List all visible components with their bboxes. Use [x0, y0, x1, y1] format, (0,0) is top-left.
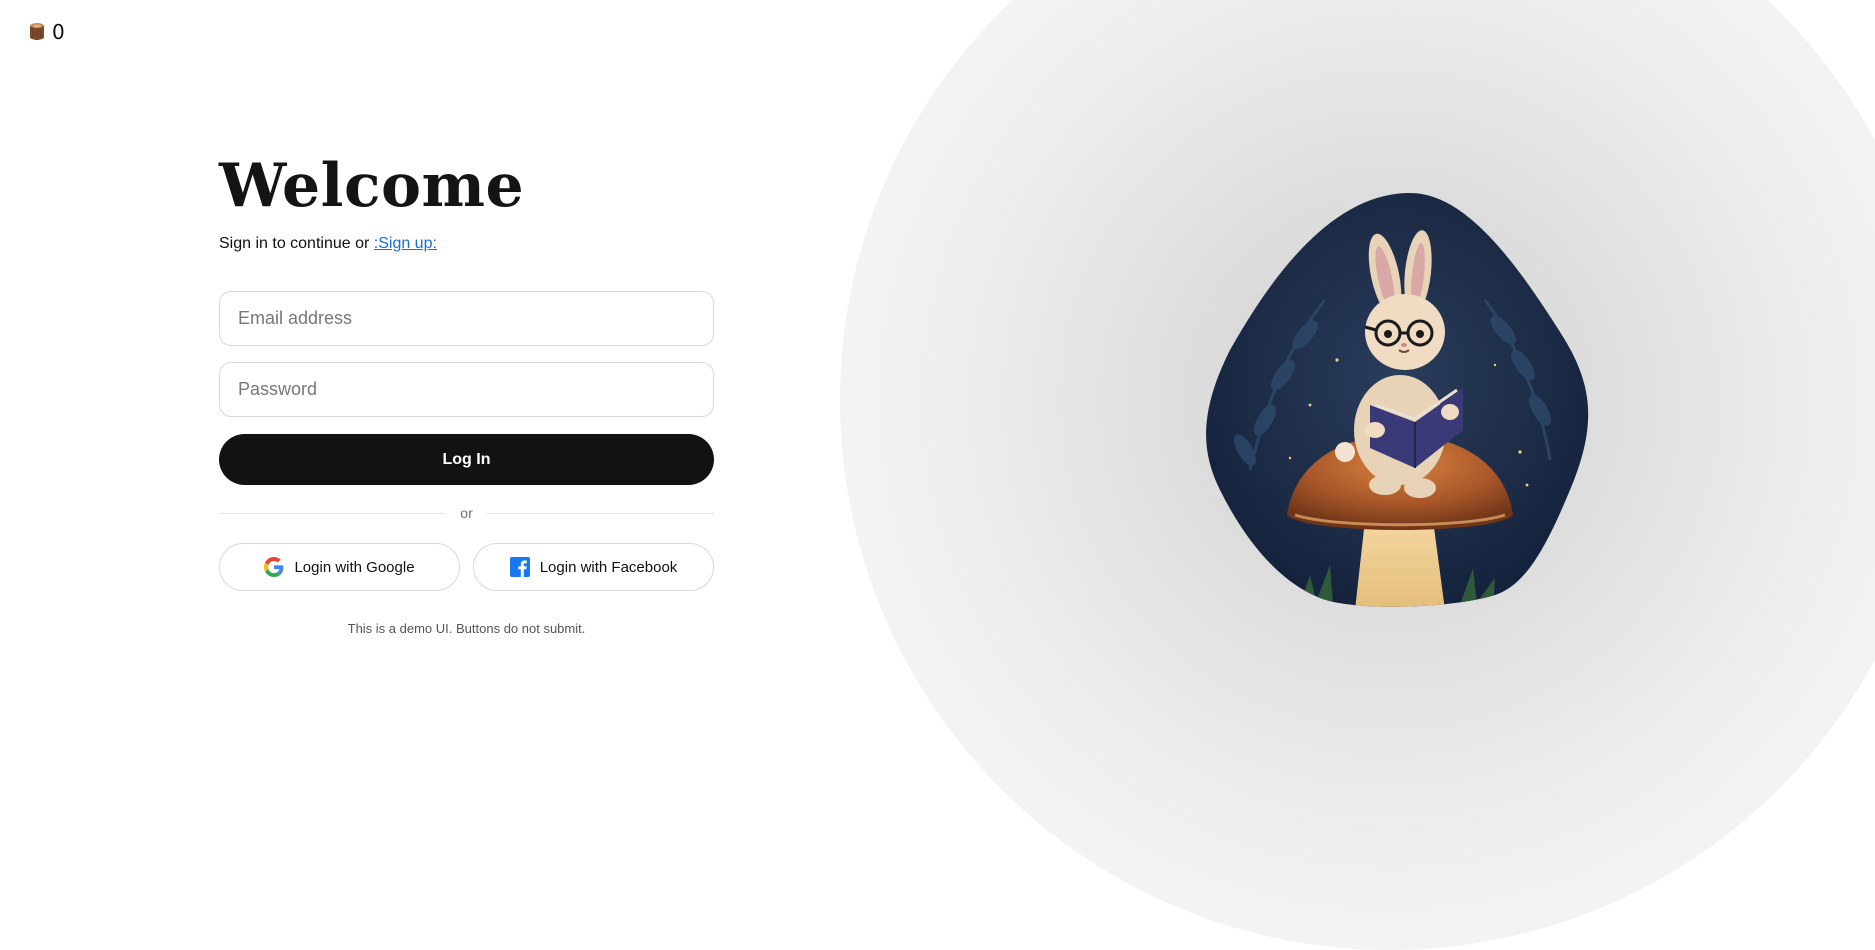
- facebook-login-button[interactable]: Login with Facebook: [473, 543, 714, 591]
- facebook-icon: [509, 557, 530, 577]
- social-login: Login with Google Login with Facebook: [219, 543, 714, 591]
- bunny-reading-illustration: [1206, 193, 1589, 607]
- page-title: Welcome: [219, 151, 525, 221]
- subtitle-text: Sign in to continue or: [219, 235, 374, 252]
- google-icon: [264, 557, 284, 577]
- divider-line-right: [486, 512, 715, 514]
- subtitle: Sign in to continue or :Sign up:: [219, 235, 714, 253]
- divider-text: or: [460, 505, 473, 521]
- google-login-button[interactable]: Login with Google: [219, 543, 460, 591]
- tree-stump-icon: [30, 23, 44, 40]
- login-panel: Welcome Sign in to continue or :Sign up:…: [219, 150, 715, 636]
- email-field[interactable]: [219, 291, 714, 346]
- signup-link[interactable]: :Sign up:: [374, 235, 437, 252]
- counter-value: 0: [52, 20, 65, 44]
- counter: 0: [28, 20, 65, 44]
- google-button-label: Login with Google: [294, 558, 415, 576]
- login-button[interactable]: Log In: [219, 434, 714, 485]
- demo-note: This is a demo UI. Buttons do not submit…: [347, 621, 586, 636]
- password-field[interactable]: [219, 362, 714, 417]
- facebook-button-label: Login with Facebook: [539, 558, 678, 576]
- divider: or: [219, 505, 715, 521]
- divider-line-left: [219, 512, 447, 514]
